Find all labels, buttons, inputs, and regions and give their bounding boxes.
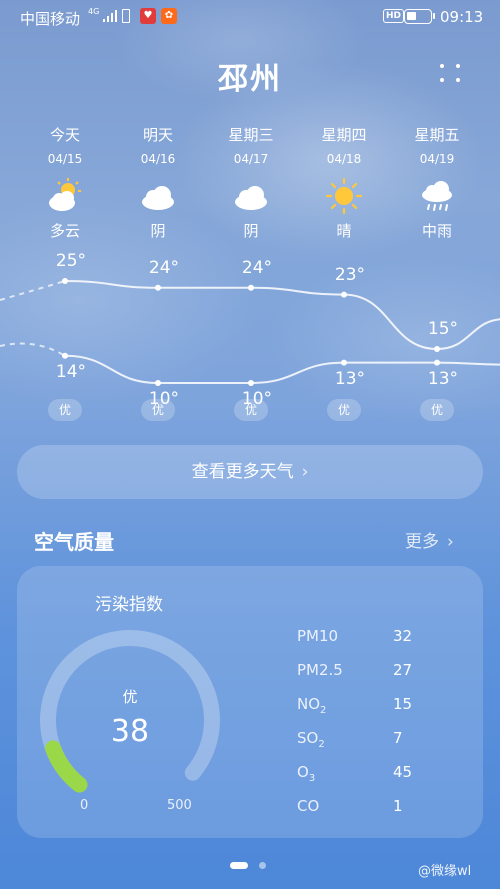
pollutant-value: 45 xyxy=(393,763,413,781)
watermark: @微缘wl xyxy=(418,864,472,879)
pollutant-value: 27 xyxy=(393,661,413,679)
gauge-fill xyxy=(45,740,88,793)
high-temp-line xyxy=(64,280,500,351)
low-temp-line xyxy=(64,354,500,385)
pollutant-name: PM10 xyxy=(297,627,339,645)
more-weather-button[interactable]: 查看更多天气 › xyxy=(17,445,483,499)
pollutant-value: 32 xyxy=(393,627,413,645)
pollutant-name: PM2.5 xyxy=(297,661,343,679)
low-temp-line-past xyxy=(0,342,66,357)
page-indicator[interactable] xyxy=(259,862,266,869)
pollutant-name: O3 xyxy=(297,763,316,784)
high-temp-point xyxy=(248,284,254,291)
pollutant-row: PM10 32 xyxy=(297,627,437,649)
pollutant-row: SO2 7 xyxy=(297,729,437,751)
high-temp-point xyxy=(434,346,440,352)
chevron-right-icon: › xyxy=(447,532,454,552)
aqi-status: 优 xyxy=(122,688,138,706)
aqi-value: 38 xyxy=(110,714,150,749)
temperature-chart xyxy=(0,278,500,386)
air-quality-title: 空气质量 xyxy=(34,530,114,554)
pollutant-name: SO2 xyxy=(297,729,325,750)
pollution-index-label: 污染指数 xyxy=(95,595,163,615)
pollutant-row: NO2 15 xyxy=(297,695,437,717)
aqi-gauge xyxy=(40,630,220,793)
more-label: 更多 xyxy=(405,532,439,552)
gauge-min-label: 0 xyxy=(80,798,89,813)
pollutant-value: 15 xyxy=(393,695,413,713)
high-temp-point xyxy=(62,278,68,284)
more-weather-label: 查看更多天气 xyxy=(191,462,294,482)
pollutant-value: 7 xyxy=(393,729,403,747)
page-indicator-active xyxy=(230,862,248,869)
chevron-right-icon: › xyxy=(301,462,309,482)
pollutant-name: CO xyxy=(297,797,320,815)
air-quality-more-link[interactable]: 更多 › xyxy=(405,527,454,552)
low-temp-point xyxy=(155,380,161,386)
high-temp-line-past xyxy=(0,280,66,301)
gauge-max-label: 500 xyxy=(167,798,192,813)
low-temp-point xyxy=(248,380,254,386)
pollutant-value: 1 xyxy=(393,797,403,815)
pollutant-name: NO2 xyxy=(297,695,327,716)
pollutant-row: O3 45 xyxy=(297,763,437,785)
high-temp-point xyxy=(155,284,161,291)
pollutant-row: CO 1 xyxy=(297,797,437,819)
pollutant-row: PM2.5 27 xyxy=(297,661,437,683)
high-temp-point xyxy=(341,291,347,298)
low-temp-point xyxy=(434,359,440,366)
low-temp-point xyxy=(62,352,68,359)
low-temp-point xyxy=(341,359,347,366)
